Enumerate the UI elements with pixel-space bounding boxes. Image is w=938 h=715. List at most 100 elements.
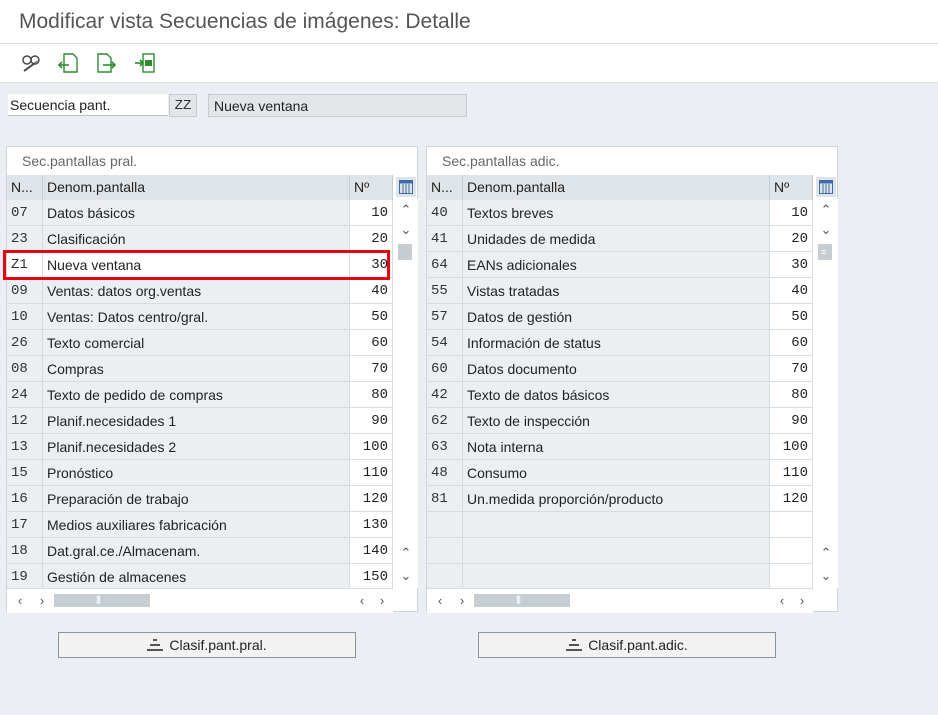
row-number-cell[interactable]: 90 bbox=[350, 408, 393, 434]
row-number-cell[interactable]: 150 bbox=[350, 564, 393, 590]
row-number-cell[interactable]: 50 bbox=[350, 304, 393, 330]
table-row[interactable]: 63 Nota interna 100 bbox=[427, 434, 813, 460]
row-number-cell[interactable]: 90 bbox=[770, 408, 813, 434]
scroll-left-icon[interactable]: ‹ bbox=[11, 591, 29, 609]
table-row[interactable]: 16 Preparación de trabajo 120 bbox=[7, 486, 393, 512]
scroll-thumb[interactable] bbox=[398, 244, 412, 260]
table-row[interactable]: 41 Unidades de medida 20 bbox=[427, 226, 813, 252]
table-row[interactable]: 15 Pronóstico 110 bbox=[7, 460, 393, 486]
scroll-down-icon[interactable]: ⌄ bbox=[814, 219, 838, 241]
scroll-right-icon[interactable]: › bbox=[793, 591, 811, 609]
table-settings-icon[interactable] bbox=[396, 177, 416, 197]
row-number-cell[interactable]: 50 bbox=[770, 304, 813, 330]
scroll-right-icon[interactable]: › bbox=[373, 591, 391, 609]
table-row[interactable]: 10 Ventas: Datos centro/gral. 50 bbox=[7, 304, 393, 330]
table-row[interactable]: 17 Medios auxiliares fabricación 130 bbox=[7, 512, 393, 538]
row-number-cell[interactable]: 40 bbox=[770, 278, 813, 304]
table-row[interactable]: 13 Planif.necesidades 2 100 bbox=[7, 434, 393, 460]
scroll-thumb[interactable]: ≡ bbox=[818, 244, 832, 260]
row-number-cell[interactable] bbox=[770, 512, 813, 538]
scroll-up-icon[interactable]: ⌃ bbox=[814, 199, 838, 221]
scroll-right-icon[interactable]: › bbox=[453, 591, 471, 609]
row-number-cell[interactable]: 30 bbox=[770, 252, 813, 278]
next-entry-icon[interactable] bbox=[93, 50, 119, 76]
row-number-cell[interactable]: 120 bbox=[350, 486, 393, 512]
row-number-cell[interactable]: 40 bbox=[350, 278, 393, 304]
table-row[interactable]: 48 Consumo 110 bbox=[427, 460, 813, 486]
row-number-cell[interactable] bbox=[770, 564, 813, 590]
table-row[interactable] bbox=[427, 512, 813, 538]
select-block-icon[interactable] bbox=[132, 50, 158, 76]
horizontal-scrollbar[interactable]: ‹ › ||| ‹ › bbox=[7, 588, 393, 613]
table-row[interactable]: 19 Gestión de almacenes 150 bbox=[7, 564, 393, 590]
table-row[interactable]: Z1 Nueva ventana 30 bbox=[7, 252, 393, 278]
table-row[interactable]: 62 Texto de inspección 90 bbox=[427, 408, 813, 434]
table-row[interactable]: 64 EANs adicionales 30 bbox=[427, 252, 813, 278]
screen-sequence-description[interactable]: Nueva ventana bbox=[208, 94, 467, 117]
scroll-up-icon[interactable]: ⌃ bbox=[394, 199, 418, 221]
table-row[interactable]: 08 Compras 70 bbox=[7, 356, 393, 382]
col-header-n[interactable]: N... bbox=[427, 175, 463, 200]
row-number-cell[interactable]: 110 bbox=[350, 460, 393, 486]
row-number-cell[interactable]: 20 bbox=[350, 226, 393, 252]
row-number-cell[interactable]: 140 bbox=[350, 538, 393, 564]
table-row[interactable] bbox=[427, 538, 813, 564]
col-header-name[interactable]: Denom.pantalla bbox=[43, 175, 350, 200]
row-number-cell[interactable] bbox=[770, 538, 813, 564]
row-number-cell[interactable]: 120 bbox=[770, 486, 813, 512]
col-header-name[interactable]: Denom.pantalla bbox=[463, 175, 770, 200]
vertical-scrollbar[interactable]: ⌃ ⌄ ⌃ ⌄ bbox=[394, 199, 418, 588]
table-row[interactable]: 26 Texto comercial 60 bbox=[7, 330, 393, 356]
sort-main-screens-button[interactable]: Clasif.pant.pral. bbox=[58, 632, 356, 658]
scroll-page-down-icon[interactable]: ⌄ bbox=[814, 565, 838, 587]
scroll-left-icon[interactable]: ‹ bbox=[431, 591, 449, 609]
hscroll-thumb[interactable]: ||| bbox=[474, 594, 570, 607]
scroll-left-icon[interactable]: ‹ bbox=[773, 591, 791, 609]
scroll-page-up-icon[interactable]: ⌃ bbox=[814, 542, 838, 564]
sort-additional-screens-button[interactable]: Clasif.pant.adic. bbox=[478, 632, 776, 658]
row-number-cell[interactable]: 60 bbox=[770, 330, 813, 356]
row-number-cell[interactable]: 30 bbox=[350, 252, 393, 278]
vertical-scrollbar[interactable]: ⌃ ⌄ ≡ ⌃ ⌄ bbox=[814, 199, 838, 588]
row-number-cell[interactable]: 110 bbox=[770, 460, 813, 486]
row-number-cell[interactable]: 100 bbox=[770, 434, 813, 460]
table-row[interactable]: 18 Dat.gral.ce./Almacenam. 140 bbox=[7, 538, 393, 564]
table-row[interactable]: 23 Clasificación 20 bbox=[7, 226, 393, 252]
table-row[interactable]: 81 Un.medida proporción/producto 120 bbox=[427, 486, 813, 512]
table-row[interactable]: 40 Textos breves 10 bbox=[427, 200, 813, 226]
col-header-no[interactable]: Nº bbox=[770, 175, 813, 200]
col-header-n[interactable]: N... bbox=[7, 175, 43, 200]
row-number-cell[interactable]: 70 bbox=[350, 356, 393, 382]
row-number-cell[interactable]: 80 bbox=[770, 382, 813, 408]
previous-entry-icon[interactable] bbox=[55, 50, 81, 76]
row-number-cell[interactable]: 10 bbox=[350, 200, 393, 226]
table-row[interactable]: 09 Ventas: datos org.ventas 40 bbox=[7, 278, 393, 304]
col-header-no[interactable]: Nº bbox=[350, 175, 393, 200]
table-row[interactable]: 24 Texto de pedido de compras 80 bbox=[7, 382, 393, 408]
table-row[interactable]: 42 Texto de datos básicos 80 bbox=[427, 382, 813, 408]
row-number-cell[interactable]: 130 bbox=[350, 512, 393, 538]
table-row[interactable]: 55 Vistas tratadas 40 bbox=[427, 278, 813, 304]
scroll-page-down-icon[interactable]: ⌄ bbox=[394, 565, 418, 587]
table-settings-icon[interactable] bbox=[816, 177, 836, 197]
table-row[interactable]: 54 Información de status 60 bbox=[427, 330, 813, 356]
scroll-down-icon[interactable]: ⌄ bbox=[394, 219, 418, 241]
display-change-icon[interactable] bbox=[18, 50, 44, 76]
horizontal-scrollbar[interactable]: ‹ › ||| ‹ › bbox=[427, 588, 813, 613]
table-row[interactable] bbox=[427, 564, 813, 590]
table-row[interactable]: 07 Datos básicos 10 bbox=[7, 200, 393, 226]
row-key-cell: 64 bbox=[427, 252, 463, 278]
row-number-cell[interactable]: 80 bbox=[350, 382, 393, 408]
hscroll-thumb[interactable]: ||| bbox=[54, 594, 150, 607]
table-row[interactable]: 12 Planif.necesidades 1 90 bbox=[7, 408, 393, 434]
row-number-cell[interactable]: 10 bbox=[770, 200, 813, 226]
scroll-right-icon[interactable]: › bbox=[33, 591, 51, 609]
row-number-cell[interactable]: 70 bbox=[770, 356, 813, 382]
table-row[interactable]: 57 Datos de gestión 50 bbox=[427, 304, 813, 330]
scroll-left-icon[interactable]: ‹ bbox=[353, 591, 371, 609]
table-row[interactable]: 60 Datos documento 70 bbox=[427, 356, 813, 382]
row-number-cell[interactable]: 20 bbox=[770, 226, 813, 252]
scroll-page-up-icon[interactable]: ⌃ bbox=[394, 542, 418, 564]
row-number-cell[interactable]: 60 bbox=[350, 330, 393, 356]
row-number-cell[interactable]: 100 bbox=[350, 434, 393, 460]
